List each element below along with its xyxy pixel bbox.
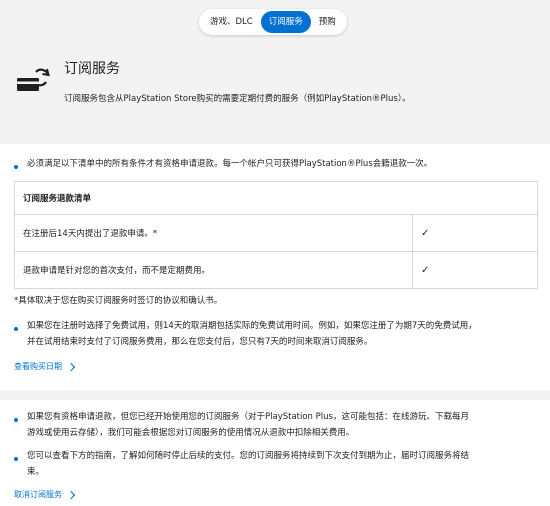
check-icon: ✓ bbox=[412, 215, 537, 251]
tab-games-dlc[interactable]: 游戏、DLC bbox=[202, 11, 261, 33]
free-trial-bullet: 如果您在注册时选择了免费试用，则14天的取消期包括实际的免费试用时间。例如，如果… bbox=[14, 321, 477, 350]
section-divider bbox=[0, 390, 550, 400]
bullet-dot bbox=[14, 457, 18, 461]
used-service-text: 如果您有资格申请退款，但您已经开始使用您的订阅服务（对于PlayStation … bbox=[27, 412, 469, 438]
bullet-dot bbox=[14, 165, 18, 169]
subscription-card-refresh-icon bbox=[17, 68, 50, 91]
checklist-header: 订阅服务退款清单 bbox=[15, 182, 537, 215]
chevron-right-icon bbox=[66, 490, 76, 499]
bullet-dot bbox=[14, 418, 18, 422]
subscription-description: 订阅服务包含从PlayStation Store购买的需要定期付费的服务（例如P… bbox=[64, 94, 411, 104]
tab-subscriptions[interactable]: 订阅服务 bbox=[260, 11, 311, 33]
chevron-right-icon bbox=[66, 362, 76, 371]
page-title: 订阅服务 bbox=[64, 61, 120, 77]
tab-preorders[interactable]: 预购 bbox=[311, 11, 344, 33]
eligibility-bullet: 必须满足以下清单中的所有条件才有资格申请退款。每一个帐户只可获得PlayStat… bbox=[14, 159, 432, 172]
checklist-condition: 在注册后14天内提出了退款申请。* bbox=[23, 229, 158, 239]
cancel-guide-text: 您可以查看下方的指南，了解如何随时停止后续的支付。您的订阅服务将持续到下次支付到… bbox=[27, 451, 470, 477]
free-trial-text: 如果您在注册时选择了免费试用，则14天的取消期包括实际的免费试用时间。例如，如果… bbox=[27, 321, 477, 347]
footnote: *具体取决于您在购买订阅服务时签订的协议和确认书。 bbox=[14, 296, 223, 306]
bullet-dot bbox=[14, 327, 18, 331]
cancel-guide-bullet: 您可以查看下方的指南，了解如何随时停止后续的支付。您的订阅服务将持续到下次支付到… bbox=[14, 451, 469, 480]
checklist-condition: 退款申请是针对您的首次支付，而不是定期费用。 bbox=[23, 266, 211, 276]
table-row: 在注册后14天内提出了退款申请。* ✓ bbox=[15, 215, 537, 252]
check-icon: ✓ bbox=[412, 252, 537, 288]
refund-checklist-table: 订阅服务退款清单 在注册后14天内提出了退款申请。* ✓ 退款申请是针对您的首次… bbox=[14, 181, 538, 289]
view-purchase-date-link[interactable]: 查看购买日期 bbox=[14, 361, 76, 372]
category-tabs: 游戏、DLC 订阅服务 预购 bbox=[199, 9, 347, 35]
used-service-bullet: 如果您有资格申请退款，但您已经开始使用您的订阅服务（对于PlayStation … bbox=[14, 412, 469, 441]
eligibility-text: 必须满足以下清单中的所有条件才有资格申请退款。每一个帐户只可获得PlayStat… bbox=[27, 159, 433, 169]
table-row: 退款申请是针对您的首次支付，而不是定期费用。 ✓ bbox=[15, 252, 537, 288]
cancel-subscription-link[interactable]: 取消订阅服务 bbox=[14, 489, 76, 500]
